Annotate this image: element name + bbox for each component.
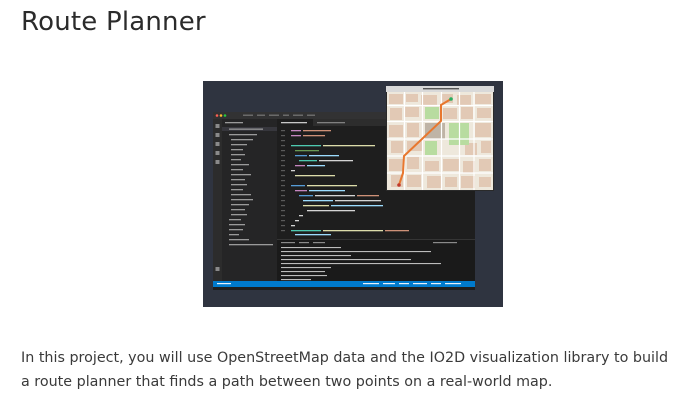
streetmap-window <box>386 86 494 191</box>
project-screenshot <box>203 81 503 307</box>
page-title: Route Planner <box>21 7 206 37</box>
project-description: In this project, you will use OpenStreet… <box>21 350 669 390</box>
editor-screenshot-graphic <box>203 81 503 307</box>
